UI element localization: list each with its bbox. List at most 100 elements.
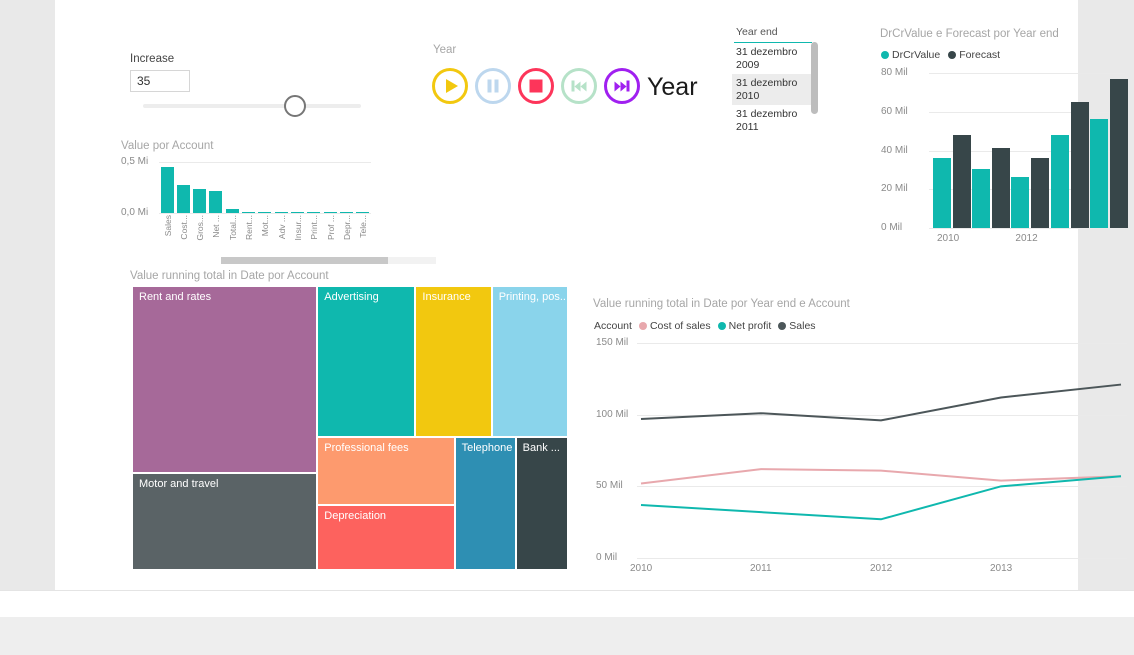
- bar: [323, 211, 337, 213]
- y-axis-tick: 0 Mil: [881, 222, 903, 233]
- bar-forecast: [992, 147, 1011, 228]
- treemap-tile[interactable]: Telephone ...: [454, 436, 516, 570]
- x-axis-tick: Print...: [309, 215, 320, 240]
- y-axis-tick: 40 Mil: [881, 144, 908, 156]
- next-frame-button[interactable]: [604, 68, 640, 104]
- x-axis-tick: Depr...: [341, 215, 352, 241]
- x-axis-tick: 2012: [870, 563, 893, 574]
- treemap-tile-label: Motor and travel: [139, 478, 219, 491]
- gridline: [637, 558, 1127, 559]
- y-axis-tick: 0,0 Mi: [121, 207, 149, 218]
- pause-icon: [487, 79, 499, 93]
- increase-slider-track[interactable]: [143, 104, 361, 108]
- treemap-tile-label: Depreciation: [324, 509, 387, 522]
- x-axis-tick: Gros...: [195, 215, 206, 241]
- chart-title: Value por Account: [121, 140, 214, 152]
- x-axis-tick: 2011: [750, 563, 772, 574]
- chart-legend[interactable]: DrCrValue Forecast: [881, 49, 1000, 61]
- bar-drcrvalue: [1089, 118, 1108, 228]
- play-button[interactable]: [432, 68, 468, 104]
- x-axis-tick: Net ...: [211, 215, 222, 238]
- legend-label: DrCrValue: [892, 49, 941, 61]
- skip-back-icon: [571, 80, 587, 92]
- legend-label: Sales: [789, 320, 816, 332]
- legend-item-drcrvalue[interactable]: DrCrValue: [881, 49, 940, 61]
- running-total-treemap: Value running total in Date por Account …: [130, 270, 578, 570]
- gridline: [159, 162, 371, 163]
- play-icon: [446, 79, 458, 93]
- x-axis-tick: 2010: [937, 233, 960, 244]
- stop-button[interactable]: [518, 68, 554, 104]
- treemap-tile[interactable]: Motor and travel: [132, 473, 318, 570]
- x-axis-tick: Sales: [162, 215, 173, 237]
- y-axis-tick: 20 Mil: [881, 183, 908, 195]
- bar-drcrvalue: [1050, 135, 1069, 228]
- legend-item-forecast[interactable]: Forecast: [948, 49, 1000, 61]
- bar-forecast: [1109, 78, 1128, 228]
- treemap-tile[interactable]: Insurance: [415, 286, 492, 437]
- chart-title: DrCrValue e Forecast por Year end: [880, 28, 1059, 40]
- gridline: [159, 213, 371, 214]
- drcrvalue-forecast-chart: DrCrValue e Forecast por Year end DrCrVa…: [877, 28, 1133, 244]
- chart-plot-area: [929, 73, 1128, 229]
- slicer-item[interactable]: 31 dezembro 2010: [732, 74, 814, 105]
- bar: [356, 211, 370, 213]
- treemap-tile[interactable]: Depreciation: [317, 504, 455, 570]
- zoom-toolbar: - + 80%: [0, 590, 1134, 618]
- bar-drcrvalue: [1011, 176, 1030, 228]
- treemap-area: Rent and rates Motor and travel Advertisin…: [132, 286, 568, 570]
- slicer-item[interactable]: 31 dezembro: [732, 136, 814, 137]
- bar: [339, 211, 353, 213]
- gridline: [929, 228, 1125, 229]
- legend-item-cost-of-sales[interactable]: Cost of sales: [638, 320, 711, 332]
- bar-forecast: [953, 135, 971, 228]
- legend-item-net-profit[interactable]: Net profit: [717, 320, 772, 332]
- report-footer: Microsoft Power BI ‹ 5 de 6 ›: [0, 617, 1134, 655]
- chart-plot-area: [159, 162, 371, 214]
- slicer-item[interactable]: 31 dezembro 2011: [732, 105, 814, 136]
- treemap-tile-label: Rent and rates: [139, 291, 212, 303]
- treemap-tile-label: Advertising: [324, 291, 379, 303]
- bar: [258, 211, 272, 213]
- bar: [225, 209, 239, 213]
- gridline: [929, 73, 1125, 74]
- treemap-tile-label: Printing, pos...: [498, 291, 568, 303]
- slicer-scrollbar[interactable]: [811, 42, 818, 114]
- report-canvas: Increase 35 Year Year Year end 31 dezemb…: [55, 0, 1128, 590]
- treemap-tile[interactable]: Printing, pos...: [491, 286, 568, 437]
- report-viewer: Increase 35 Year Year Year end 31 dezemb…: [0, 0, 1134, 655]
- x-axis-tick: Prof ...: [325, 215, 336, 241]
- play-axis-title: Year: [433, 44, 457, 56]
- bar: [209, 191, 223, 213]
- y-axis-tick: 0,5 Mi: [121, 156, 149, 167]
- increase-slider-thumb[interactable]: [284, 95, 306, 117]
- chart-scrollbar-thumb[interactable]: [221, 257, 388, 264]
- x-axis-tick: 2013: [990, 563, 1013, 574]
- treemap-tile[interactable]: Rent and rates: [132, 286, 318, 474]
- legend-item-sales[interactable]: Sales: [778, 320, 816, 332]
- pause-button[interactable]: [475, 68, 511, 104]
- y-axis-tick: 80 Mil: [881, 67, 908, 78]
- line-sales: [640, 383, 1122, 422]
- slicer-item[interactable]: 31 dezembro 2009: [732, 43, 814, 74]
- line-series-group: [640, 383, 1122, 521]
- x-axis-tick: Mot...: [260, 215, 271, 237]
- chart-plot-area: [637, 343, 1127, 559]
- bar: [290, 211, 304, 213]
- bar: [274, 211, 288, 213]
- legend-label: Net profit: [728, 320, 772, 332]
- x-axis-tick: Adv ...: [276, 215, 287, 240]
- treemap-tile[interactable]: Professional fees: [317, 436, 455, 505]
- x-axis-tick: 2010: [630, 563, 653, 574]
- previous-frame-button[interactable]: [561, 68, 597, 104]
- increase-value-input[interactable]: 35: [130, 70, 190, 92]
- year-end-slicer-header: Year end: [736, 26, 778, 38]
- chart-legend[interactable]: Account Cost of sales Net profit Sales: [594, 320, 816, 332]
- treemap-tile[interactable]: Bank ...: [515, 436, 568, 570]
- treemap-tile[interactable]: Advertising: [317, 286, 416, 437]
- bar: [176, 185, 190, 213]
- play-axis-field-label: Year: [647, 73, 698, 101]
- year-end-slicer[interactable]: Year end 31 dezembro 2009 31 dezembro 20…: [732, 22, 820, 137]
- y-axis-tick: 100 Mil: [596, 408, 629, 420]
- increase-slicer-label: Increase: [130, 53, 175, 65]
